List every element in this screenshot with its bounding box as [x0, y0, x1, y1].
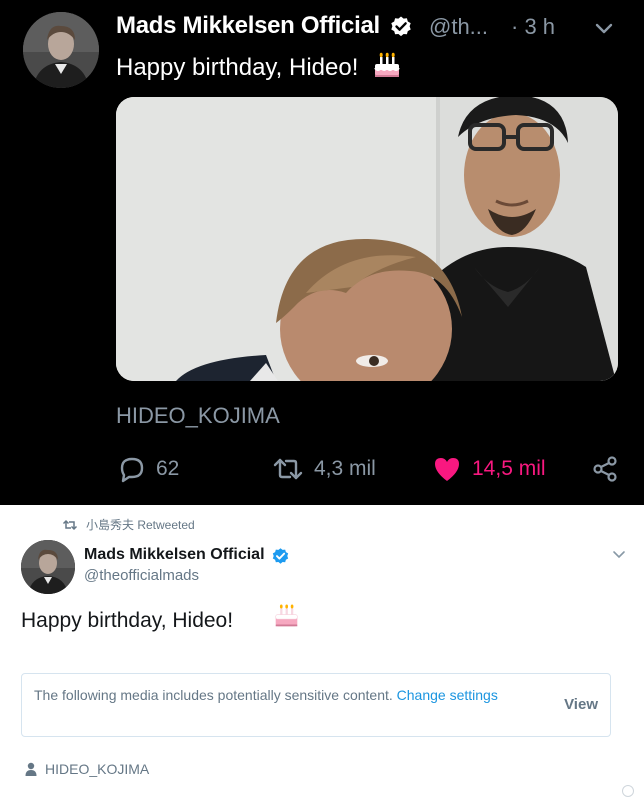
verified-badge-icon: [391, 16, 411, 37]
reply-count: 62: [156, 457, 180, 480]
tweet-photo[interactable]: [116, 97, 618, 381]
retweet-button[interactable]: 4,3 mil: [272, 455, 376, 483]
tweet-time[interactable]: · 3 h: [511, 14, 555, 40]
like-count: 14,5 mil: [472, 457, 546, 480]
person-icon: [25, 762, 37, 776]
tagged-user[interactable]: HIDEO_KOJIMA: [25, 761, 149, 777]
reply-button[interactable]: 62: [118, 455, 179, 483]
tweet-text: Happy birthday, Hideo!: [116, 54, 359, 81]
dark-tweet: Mads Mikkelsen Official @th... · 3 h Hap…: [0, 0, 644, 505]
share-button[interactable]: [592, 455, 628, 483]
view-button[interactable]: View: [564, 696, 598, 713]
sensitive-media-warning: The following media includes potentially…: [21, 673, 611, 737]
share-icon: [593, 456, 617, 482]
verified-badge-icon: [272, 548, 289, 564]
change-settings-link[interactable]: Change settings: [397, 687, 498, 703]
sensitive-notice: The following media includes potentially…: [34, 685, 532, 706]
sensitive-notice-text: The following media includes potentially…: [34, 687, 393, 703]
avatar[interactable]: [21, 540, 75, 594]
light-tweet: 小島秀夫 Retweeted Mads Mikkelsen Official @…: [0, 505, 644, 800]
author-handle[interactable]: @theofficialmads: [84, 567, 199, 584]
corner-mark: [622, 785, 634, 797]
retweet-icon: [62, 519, 78, 530]
author-name[interactable]: Mads Mikkelsen Official: [116, 12, 380, 40]
chevron-down-icon[interactable]: [594, 22, 614, 36]
retweet-count: 4,3 mil: [314, 457, 376, 480]
retweet-icon: [273, 458, 303, 480]
birthday-cake-emoji: [275, 604, 298, 627]
reply-icon: [120, 457, 144, 483]
retweet-context[interactable]: 小島秀夫 Retweeted: [62, 516, 195, 533]
like-button[interactable]: 14,5 mil: [432, 455, 546, 483]
tweet-text: Happy birthday, Hideo!: [21, 609, 234, 632]
tagged-user-name: HIDEO_KOJIMA: [45, 761, 150, 777]
heart-icon: [435, 458, 459, 481]
avatar[interactable]: [23, 12, 99, 88]
retweeted-by-label: 小島秀夫 Retweeted: [86, 518, 195, 532]
author-name[interactable]: Mads Mikkelsen Official: [84, 546, 265, 564]
tagged-user[interactable]: HIDEO_KOJIMA: [116, 403, 280, 429]
chevron-down-icon[interactable]: [612, 550, 626, 560]
author-handle[interactable]: @th...: [429, 14, 488, 40]
birthday-cake-emoji: [374, 52, 400, 77]
